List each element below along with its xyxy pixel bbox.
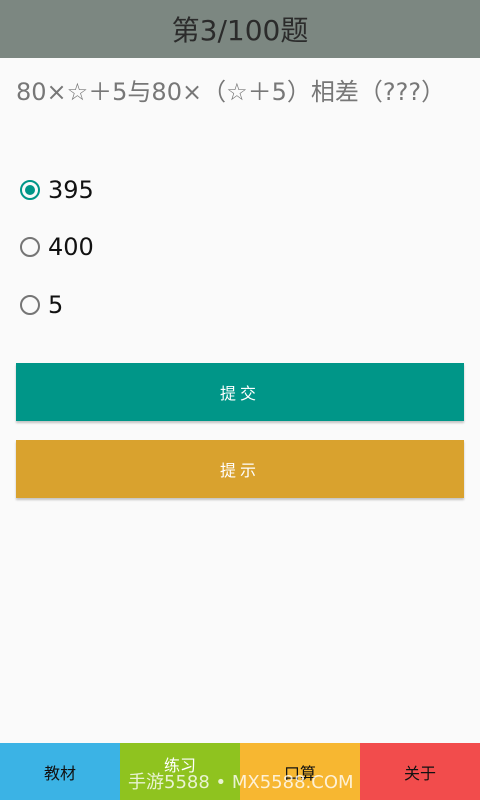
radio-unchecked-icon[interactable] <box>20 237 40 257</box>
page-title: 第3/100题 <box>171 14 309 47</box>
question-text: 80×☆＋5与80×（☆＋5）相差（???） <box>16 78 446 106</box>
option-395[interactable]: 395 <box>20 170 94 210</box>
radio-unchecked-icon[interactable] <box>20 295 40 315</box>
option-5[interactable]: 5 <box>20 285 63 325</box>
submit-button[interactable]: 提交 <box>16 363 464 421</box>
tab-textbook[interactable]: 教材 <box>0 743 120 800</box>
option-label: 400 <box>48 233 94 261</box>
hint-button[interactable]: 提示 <box>16 440 464 498</box>
tab-label: 练习 <box>163 756 196 775</box>
tab-label: 教材 <box>43 763 76 783</box>
tab-label: 关于 <box>403 763 436 783</box>
option-label: 395 <box>48 176 94 204</box>
option-400[interactable]: 400 <box>20 227 94 267</box>
title-bar: 第3/100题 <box>0 0 480 58</box>
tab-about[interactable]: 关于 <box>360 743 480 800</box>
option-label: 5 <box>48 291 64 319</box>
tab-mental-math[interactable]: 口算 <box>240 743 360 800</box>
tab-label: 口算 <box>283 763 316 783</box>
bottom-tab-bar: 教材 练习 口算 关于 <box>0 743 480 800</box>
radio-checked-icon[interactable] <box>20 180 40 200</box>
tab-practice[interactable]: 练习 <box>120 743 240 800</box>
